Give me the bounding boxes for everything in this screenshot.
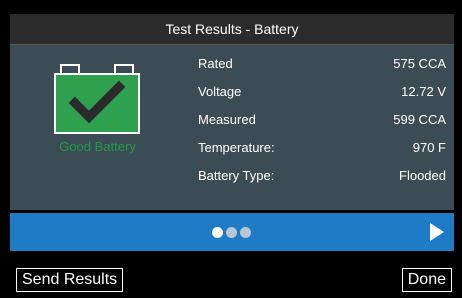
result-label: Voltage <box>198 83 242 99</box>
page-title: Test Results - Battery <box>165 21 299 37</box>
results-panel: Good Battery Rated 575 CCA Voltage 12.72… <box>10 45 454 210</box>
result-value: Flooded <box>399 167 446 183</box>
result-value: 599 CCA <box>393 111 446 127</box>
result-value: 12.72 V <box>401 83 446 99</box>
result-row-rated: Rated 575 CCA <box>198 53 446 73</box>
send-results-button[interactable]: Send Results <box>16 268 124 292</box>
result-label: Battery Type: <box>198 167 275 183</box>
result-row-measured: Measured 599 CCA <box>198 109 446 129</box>
screen: Test Results - Battery Good Battery Rate… <box>0 0 462 298</box>
result-label: Measured <box>198 111 256 127</box>
result-label: Rated <box>198 55 233 71</box>
result-value: 575 CCA <box>393 55 446 71</box>
page-dot <box>240 227 251 238</box>
done-button[interactable]: Done <box>401 268 452 292</box>
result-row-voltage: Voltage 12.72 V <box>198 81 446 101</box>
title-bar: Test Results - Battery <box>10 14 454 45</box>
page-dots <box>212 227 251 238</box>
page-dot-active <box>212 227 223 238</box>
battery-check-icon <box>54 64 140 134</box>
result-row-temperature: Temperature: 970 F <box>198 137 446 157</box>
footer: Send Results Done <box>10 252 454 296</box>
result-value: 970 F <box>412 139 446 155</box>
play-right-icon[interactable] <box>430 223 444 241</box>
battery-status-label: Good Battery <box>59 139 136 154</box>
result-label: Temperature: <box>198 139 275 155</box>
result-row-battery-type: Battery Type: Flooded <box>198 165 446 185</box>
page-indicator-bar <box>10 213 454 251</box>
page-dot <box>226 227 237 238</box>
